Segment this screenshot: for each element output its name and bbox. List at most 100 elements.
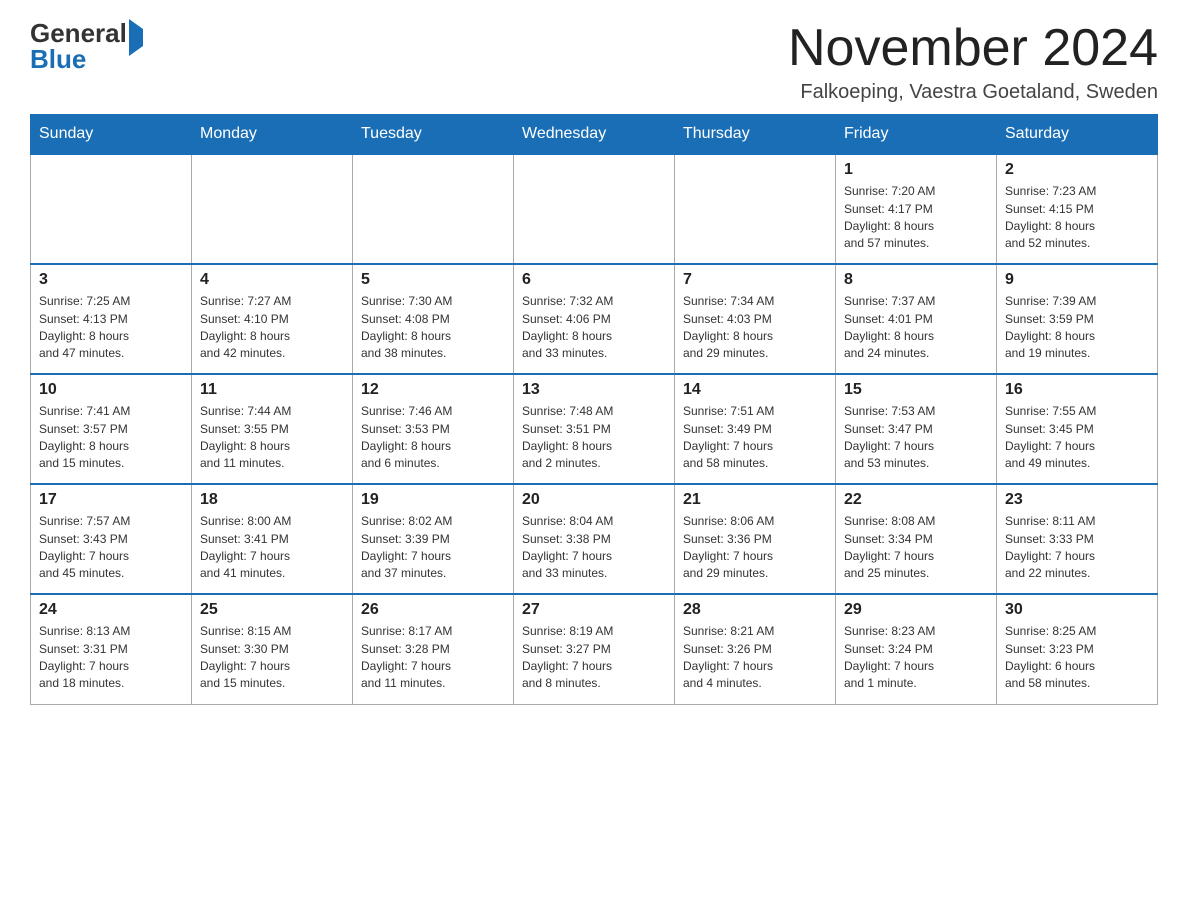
day-number: 17 bbox=[39, 491, 183, 509]
week-row-5: 24 Sunrise: 8:13 AM Sunset: 3:31 PM Dayli… bbox=[31, 594, 1158, 704]
week-row-4: 17 Sunrise: 7:57 AM Sunset: 3:43 PM Dayli… bbox=[31, 484, 1158, 594]
day-info: Sunrise: 8:11 AM Sunset: 3:33 PM Dayligh… bbox=[1005, 513, 1149, 583]
day-number: 27 bbox=[522, 601, 666, 619]
day-info: Sunrise: 8:06 AM Sunset: 3:36 PM Dayligh… bbox=[683, 513, 827, 583]
day-number: 3 bbox=[39, 271, 183, 289]
calendar-cell-w1-d4 bbox=[514, 154, 675, 264]
week-row-3: 10Sunrise: 7:41 AM Sunset: 3:57 PM Dayli… bbox=[31, 374, 1158, 484]
calendar-cell-w2-d6: 8Sunrise: 7:37 AM Sunset: 4:01 PM Daylig… bbox=[836, 264, 997, 374]
week-row-1: 1Sunrise: 7:20 AM Sunset: 4:17 PM Daylig… bbox=[31, 154, 1158, 264]
day-number: 2 bbox=[1005, 161, 1149, 179]
day-info: Sunrise: 7:37 AM Sunset: 4:01 PM Dayligh… bbox=[844, 293, 988, 363]
day-info: Sunrise: 7:27 AM Sunset: 4:10 PM Dayligh… bbox=[200, 293, 344, 363]
day-number: 6 bbox=[522, 271, 666, 289]
day-info: Sunrise: 7:20 AM Sunset: 4:17 PM Dayligh… bbox=[844, 183, 988, 253]
day-info: Sunrise: 7:44 AM Sunset: 3:55 PM Dayligh… bbox=[200, 403, 344, 473]
day-info: Sunrise: 7:55 AM Sunset: 3:45 PM Dayligh… bbox=[1005, 403, 1149, 473]
day-number: 29 bbox=[844, 601, 988, 619]
calendar-cell-w1-d3 bbox=[353, 154, 514, 264]
calendar-cell-w3-d6: 15Sunrise: 7:53 AM Sunset: 3:47 PM Dayli… bbox=[836, 374, 997, 484]
day-number: 11 bbox=[200, 381, 344, 399]
calendar-cell-w5-d3: 26 Sunrise: 8:17 AM Sunset: 3:28 PM Dayli… bbox=[353, 594, 514, 704]
day-info: Sunrise: 8:08 AM Sunset: 3:34 PM Dayligh… bbox=[844, 513, 988, 583]
col-header-tuesday: Tuesday bbox=[353, 115, 514, 155]
calendar-cell-w1-d5 bbox=[675, 154, 836, 264]
col-header-thursday: Thursday bbox=[675, 115, 836, 155]
day-info: Sunrise: 8:19 AM Sunset: 3:27 PM Dayligh… bbox=[522, 623, 666, 693]
calendar-cell-w5-d1: 24 Sunrise: 8:13 AM Sunset: 3:31 PM Dayli… bbox=[31, 594, 192, 704]
day-number: 25 bbox=[200, 601, 344, 619]
calendar-cell-w3-d5: 14Sunrise: 7:51 AM Sunset: 3:49 PM Dayli… bbox=[675, 374, 836, 484]
logo-blue: Blue bbox=[30, 44, 86, 74]
day-info: Sunrise: 7:32 AM Sunset: 4:06 PM Dayligh… bbox=[522, 293, 666, 363]
day-info: Sunrise: 7:39 AM Sunset: 3:59 PM Dayligh… bbox=[1005, 293, 1149, 363]
day-info: Sunrise: 8:13 AM Sunset: 3:31 PM Dayligh… bbox=[39, 623, 183, 693]
day-number: 18 bbox=[200, 491, 344, 509]
day-number: 19 bbox=[361, 491, 505, 509]
day-info: Sunrise: 8:23 AM Sunset: 3:24 PM Dayligh… bbox=[844, 623, 988, 693]
calendar-table: Sunday Monday Tuesday Wednesday Thursday… bbox=[30, 114, 1158, 705]
page-header: General Blue November 2024 Falkoeping, V… bbox=[30, 20, 1158, 104]
day-number: 12 bbox=[361, 381, 505, 399]
calendar-cell-w3-d1: 10Sunrise: 7:41 AM Sunset: 3:57 PM Dayli… bbox=[31, 374, 192, 484]
col-header-friday: Friday bbox=[836, 115, 997, 155]
day-number: 16 bbox=[1005, 381, 1149, 399]
calendar-cell-w2-d2: 4Sunrise: 7:27 AM Sunset: 4:10 PM Daylig… bbox=[192, 264, 353, 374]
day-info: Sunrise: 8:25 AM Sunset: 3:23 PM Dayligh… bbox=[1005, 623, 1149, 693]
month-title: November 2024 bbox=[788, 20, 1158, 77]
calendar-cell-w2-d3: 5 Sunrise: 7:30 AM Sunset: 4:08 PM Daylig… bbox=[353, 264, 514, 374]
day-number: 5 bbox=[361, 271, 505, 289]
week-row-2: 3 Sunrise: 7:25 AM Sunset: 4:13 PM Daylig… bbox=[31, 264, 1158, 374]
calendar-cell-w3-d3: 12 Sunrise: 7:46 AM Sunset: 3:53 PM Dayli… bbox=[353, 374, 514, 484]
calendar-cell-w3-d4: 13 Sunrise: 7:48 AM Sunset: 3:51 PM Dayli… bbox=[514, 374, 675, 484]
calendar-cell-w2-d1: 3 Sunrise: 7:25 AM Sunset: 4:13 PM Daylig… bbox=[31, 264, 192, 374]
location-title: Falkoeping, Vaestra Goetaland, Sweden bbox=[788, 81, 1158, 104]
day-info: Sunrise: 7:51 AM Sunset: 3:49 PM Dayligh… bbox=[683, 403, 827, 473]
day-info: Sunrise: 7:34 AM Sunset: 4:03 PM Dayligh… bbox=[683, 293, 827, 363]
calendar-cell-w2-d7: 9 Sunrise: 7:39 AM Sunset: 3:59 PM Daylig… bbox=[997, 264, 1158, 374]
day-info: Sunrise: 7:48 AM Sunset: 3:51 PM Dayligh… bbox=[522, 403, 666, 473]
calendar-cell-w5-d4: 27 Sunrise: 8:19 AM Sunset: 3:27 PM Dayli… bbox=[514, 594, 675, 704]
calendar-cell-w5-d7: 30Sunrise: 8:25 AM Sunset: 3:23 PM Dayli… bbox=[997, 594, 1158, 704]
day-info: Sunrise: 8:00 AM Sunset: 3:41 PM Dayligh… bbox=[200, 513, 344, 583]
day-info: Sunrise: 7:25 AM Sunset: 4:13 PM Dayligh… bbox=[39, 293, 183, 363]
day-info: Sunrise: 7:30 AM Sunset: 4:08 PM Dayligh… bbox=[361, 293, 505, 363]
calendar-cell-w3-d2: 11 Sunrise: 7:44 AM Sunset: 3:55 PM Dayli… bbox=[192, 374, 353, 484]
day-number: 9 bbox=[1005, 271, 1149, 289]
calendar-cell-w4-d7: 23 Sunrise: 8:11 AM Sunset: 3:33 PM Dayli… bbox=[997, 484, 1158, 594]
calendar-cell-w4-d6: 22 Sunrise: 8:08 AM Sunset: 3:34 PM Dayli… bbox=[836, 484, 997, 594]
calendar-cell-w2-d5: 7Sunrise: 7:34 AM Sunset: 4:03 PM Daylig… bbox=[675, 264, 836, 374]
day-info: Sunrise: 8:15 AM Sunset: 3:30 PM Dayligh… bbox=[200, 623, 344, 693]
day-number: 21 bbox=[683, 491, 827, 509]
day-info: Sunrise: 7:41 AM Sunset: 3:57 PM Dayligh… bbox=[39, 403, 183, 473]
calendar-header-row: Sunday Monday Tuesday Wednesday Thursday… bbox=[31, 115, 1158, 155]
day-info: Sunrise: 8:04 AM Sunset: 3:38 PM Dayligh… bbox=[522, 513, 666, 583]
calendar-cell-w5-d5: 28 Sunrise: 8:21 AM Sunset: 3:26 PM Dayli… bbox=[675, 594, 836, 704]
day-info: Sunrise: 8:17 AM Sunset: 3:28 PM Dayligh… bbox=[361, 623, 505, 693]
day-number: 22 bbox=[844, 491, 988, 509]
day-number: 24 bbox=[39, 601, 183, 619]
col-header-saturday: Saturday bbox=[997, 115, 1158, 155]
calendar-cell-w1-d7: 2 Sunrise: 7:23 AM Sunset: 4:15 PM Daylig… bbox=[997, 154, 1158, 264]
calendar-cell-w1-d6: 1Sunrise: 7:20 AM Sunset: 4:17 PM Daylig… bbox=[836, 154, 997, 264]
day-info: Sunrise: 7:23 AM Sunset: 4:15 PM Dayligh… bbox=[1005, 183, 1149, 253]
calendar-cell-w4-d4: 20 Sunrise: 8:04 AM Sunset: 3:38 PM Dayli… bbox=[514, 484, 675, 594]
col-header-sunday: Sunday bbox=[31, 115, 192, 155]
day-number: 20 bbox=[522, 491, 666, 509]
logo: General Blue bbox=[30, 20, 143, 72]
calendar-cell-w1-d1 bbox=[31, 154, 192, 264]
calendar-cell-w5-d6: 29 Sunrise: 8:23 AM Sunset: 3:24 PM Dayli… bbox=[836, 594, 997, 704]
day-info: Sunrise: 7:57 AM Sunset: 3:43 PM Dayligh… bbox=[39, 513, 183, 583]
day-info: Sunrise: 7:46 AM Sunset: 3:53 PM Dayligh… bbox=[361, 403, 505, 473]
calendar-cell-w4-d3: 19Sunrise: 8:02 AM Sunset: 3:39 PM Dayli… bbox=[353, 484, 514, 594]
col-header-wednesday: Wednesday bbox=[514, 115, 675, 155]
day-number: 28 bbox=[683, 601, 827, 619]
day-number: 23 bbox=[1005, 491, 1149, 509]
calendar-cell-w4-d5: 21 Sunrise: 8:06 AM Sunset: 3:36 PM Dayli… bbox=[675, 484, 836, 594]
title-section: November 2024 Falkoeping, Vaestra Goetal… bbox=[788, 20, 1158, 104]
day-number: 26 bbox=[361, 601, 505, 619]
day-info: Sunrise: 8:21 AM Sunset: 3:26 PM Dayligh… bbox=[683, 623, 827, 693]
calendar-cell-w5-d2: 25 Sunrise: 8:15 AM Sunset: 3:30 PM Dayli… bbox=[192, 594, 353, 704]
day-number: 13 bbox=[522, 381, 666, 399]
calendar-cell-w1-d2 bbox=[192, 154, 353, 264]
